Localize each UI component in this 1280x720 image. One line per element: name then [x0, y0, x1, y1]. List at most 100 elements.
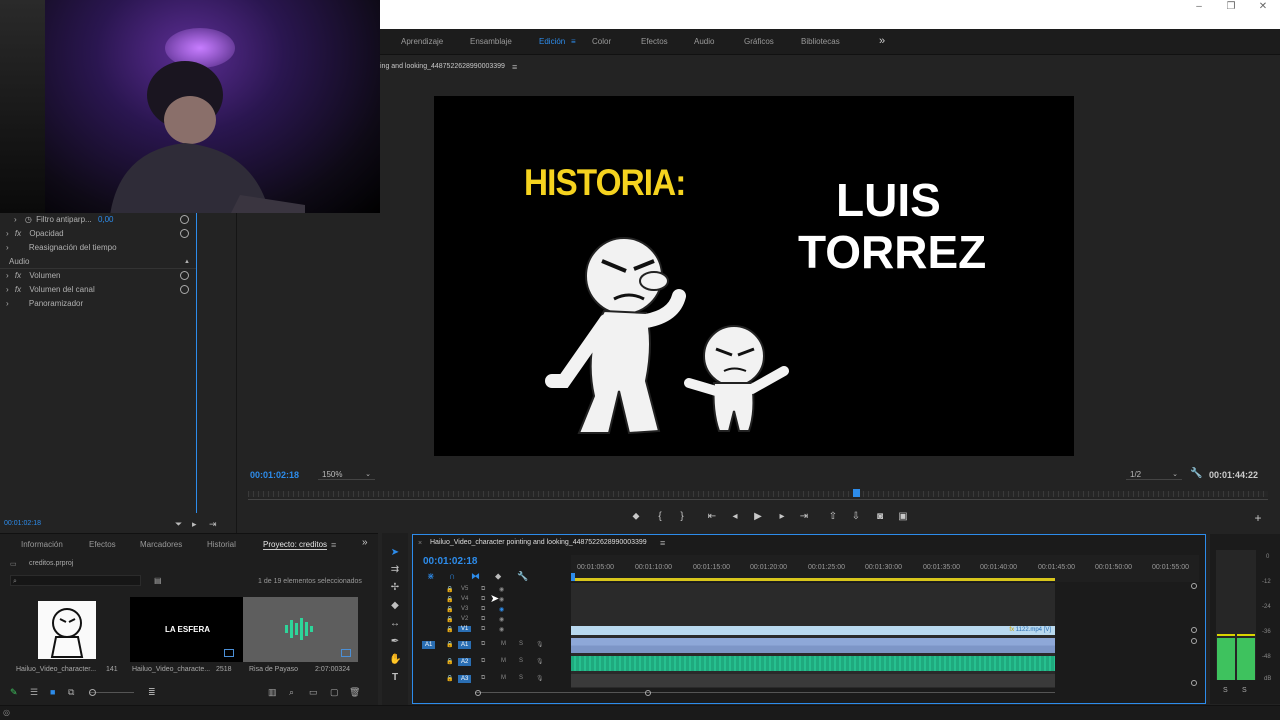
program-menu-icon[interactable]: ≡	[512, 62, 517, 72]
filter-icon[interactable]: ⏷	[175, 519, 182, 530]
expand-icon[interactable]: ›	[6, 243, 9, 252]
lift-icon[interactable]: ⇧	[826, 511, 840, 522]
pen-tool-icon[interactable]: ✒	[389, 636, 401, 648]
razor-tool-icon[interactable]: ◆	[389, 600, 401, 612]
list-view-icon[interactable]: ☰	[30, 687, 38, 698]
solo-button[interactable]: S	[519, 641, 523, 647]
program-current-timecode[interactable]: 00:01:02:18	[250, 470, 299, 480]
play-audio-icon[interactable]: ▸	[192, 519, 197, 530]
panel-menu-icon[interactable]: ≡	[331, 540, 336, 550]
effect-row-opacity[interactable]: › fx Opacidad	[0, 227, 196, 241]
settings-wrench-icon[interactable]: 🔧	[517, 571, 528, 582]
scrollbar-handle-right[interactable]	[645, 690, 651, 696]
trash-icon[interactable]: 🗑	[349, 687, 360, 698]
effect-value[interactable]: 0,00	[98, 215, 114, 224]
workspace-tab-color[interactable]: Color	[592, 37, 611, 46]
reset-icon[interactable]	[180, 271, 189, 280]
eye-icon[interactable]: ◉	[499, 606, 504, 613]
mark-in-icon[interactable]: {	[653, 511, 667, 522]
track-area[interactable]	[571, 583, 1055, 688]
type-tool-icon[interactable]: T	[389, 672, 401, 684]
close-icon[interactable]: ×	[418, 540, 422, 547]
expand-icon[interactable]: ›	[6, 229, 9, 238]
timeline-sequence-tab[interactable]: Hailuo_Video_character pointing and look…	[430, 539, 647, 546]
video-clip-v1[interactable]: fx 1122.mp4 [V]	[571, 626, 1055, 635]
reset-icon[interactable]	[180, 285, 189, 294]
effect-row-volume[interactable]: › fx Volumen	[0, 269, 196, 283]
lock-icon[interactable]: 🔒	[446, 596, 453, 603]
mute-button[interactable]: M	[501, 675, 506, 681]
meter-solo-left[interactable]: S	[1223, 687, 1228, 694]
timeline-playhead[interactable]	[571, 573, 575, 581]
lock-icon[interactable]: 🔒	[446, 675, 453, 682]
workspace-overflow-icon[interactable]: »	[879, 35, 885, 47]
reset-icon[interactable]	[180, 215, 189, 224]
fx-icon[interactable]: fx	[15, 271, 21, 280]
program-scrub-ruler[interactable]	[248, 491, 1268, 497]
restore-button[interactable]: ❐	[1216, 0, 1246, 14]
find-icon[interactable]: ⌕	[289, 687, 294, 698]
workspace-tab-bibliotecas[interactable]: Bibliotecas	[801, 37, 840, 46]
mute-button[interactable]: M	[501, 658, 506, 664]
fx-icon[interactable]: fx	[15, 285, 21, 294]
camera-icon[interactable]: ◙	[873, 511, 887, 522]
nest-icon[interactable]: ⋇	[427, 571, 435, 582]
effect-row-panner[interactable]: › Panoramizador	[0, 297, 196, 311]
reset-icon[interactable]	[180, 229, 189, 238]
track-select-tool-icon[interactable]: ⇉	[389, 564, 401, 576]
timeline-timecode[interactable]: 00:01:02:18	[423, 556, 477, 567]
lock-icon[interactable]: 🔒	[446, 658, 453, 665]
add-button-icon[interactable]: +	[1251, 511, 1265, 525]
collapse-icon[interactable]: ▲	[184, 255, 190, 269]
pencil-icon[interactable]: ✎	[10, 687, 18, 698]
tab-proyecto[interactable]: Proyecto: creditos	[263, 540, 328, 550]
workspace-menu-icon[interactable]: ≡	[571, 37, 576, 46]
go-to-out-icon[interactable]: ⇥	[797, 511, 811, 522]
sync-lock-icon[interactable]: ⧉	[481, 616, 485, 623]
tab-efectos[interactable]: Efectos	[89, 540, 116, 549]
lock-icon[interactable]: 🔒	[446, 616, 453, 623]
lock-icon[interactable]: 🔒	[446, 626, 453, 633]
add-marker-icon[interactable]: ⬥	[629, 511, 643, 522]
sync-lock-icon[interactable]: ⧉	[481, 675, 485, 682]
effect-row-time-remap[interactable]: › Reasignación del tiempo	[0, 241, 196, 255]
close-button[interactable]: ✕	[1248, 0, 1278, 14]
linked-selection-icon[interactable]: ⧓	[471, 571, 480, 582]
work-area-bar[interactable]	[571, 578, 1055, 581]
tab-marcadores[interactable]: Marcadores	[140, 540, 182, 549]
new-bin-icon[interactable]: ▭	[309, 687, 318, 698]
tab-historial[interactable]: Historial	[207, 540, 236, 549]
comparison-view-icon[interactable]: ▣	[896, 511, 910, 522]
workspace-tab-graficos[interactable]: Gráficos	[744, 37, 774, 46]
tab-informacion[interactable]: Información	[21, 540, 63, 549]
project-search-input[interactable]: ⌕	[10, 575, 141, 586]
ripple-edit-tool-icon[interactable]: ✢	[389, 582, 401, 594]
sync-lock-icon[interactable]: ⧉	[481, 626, 485, 633]
program-monitor-title[interactable]: ing and looking_4487522628990003399	[380, 63, 505, 70]
effect-timecode[interactable]: 00:01:02:18	[4, 520, 41, 527]
scrollbar-handle-left[interactable]	[475, 690, 481, 696]
lock-icon[interactable]: 🔒	[446, 606, 453, 613]
export-icon[interactable]: ⇥	[209, 519, 217, 530]
go-to-in-icon[interactable]: ⇤	[705, 511, 719, 522]
stopwatch-icon[interactable]: ◷	[25, 215, 32, 224]
selection-tool-icon[interactable]: ➤	[389, 547, 401, 559]
expand-icon[interactable]: ›	[6, 271, 9, 280]
zoom-slider[interactable]	[90, 692, 134, 693]
project-item-thumbnail-selected[interactable]	[243, 597, 358, 662]
meter-solo-right[interactable]: S	[1242, 687, 1247, 694]
audio-clip-a2[interactable]	[571, 656, 1055, 671]
mute-button[interactable]: M	[501, 641, 506, 647]
marker-icon[interactable]: ⬥	[495, 571, 501, 582]
play-icon[interactable]: ▶	[751, 511, 765, 522]
vertical-scroll-handle[interactable]	[1191, 638, 1197, 644]
vertical-scroll-handle[interactable]	[1191, 583, 1197, 589]
timeline-menu-icon[interactable]: ≡	[660, 538, 665, 548]
resolution-select[interactable]: 1/2 ⌄	[1126, 468, 1182, 480]
workspace-tab-efectos[interactable]: Efectos	[641, 37, 668, 46]
workspace-tab-edicion[interactable]: Edición	[539, 37, 565, 46]
solo-button[interactable]: S	[519, 658, 523, 664]
new-bin-icon[interactable]: ▤	[154, 576, 162, 585]
extract-icon[interactable]: ⇩	[849, 511, 863, 522]
wrench-icon[interactable]: 🔧	[1190, 468, 1202, 479]
